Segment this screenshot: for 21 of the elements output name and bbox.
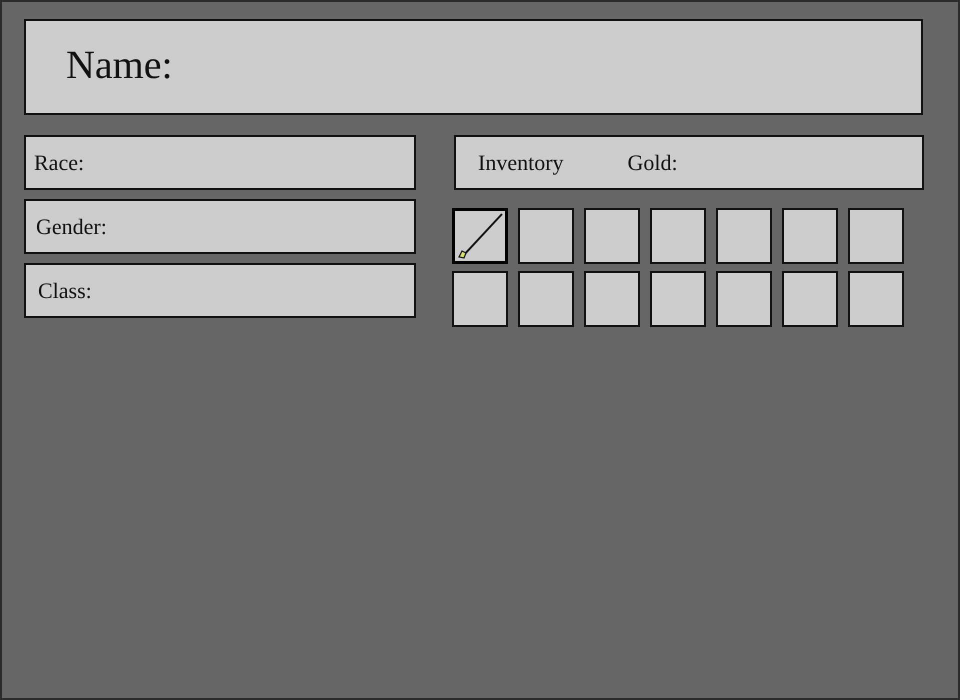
inventory-slot[interactable]: [452, 208, 508, 264]
inventory-slot[interactable]: [518, 208, 574, 264]
inventory-slot[interactable]: [782, 208, 838, 264]
inventory-slot[interactable]: [782, 271, 838, 327]
inventory-slot[interactable]: [716, 208, 772, 264]
inventory-slot[interactable]: [650, 208, 706, 264]
inventory-slot[interactable]: [716, 271, 772, 327]
name-label: Name:: [66, 45, 173, 85]
inventory-slot[interactable]: [848, 208, 904, 264]
currency-label: Gold:: [628, 152, 678, 174]
detail-label: Class:: [38, 280, 92, 302]
inventory-title: Inventory: [478, 152, 564, 174]
inventory-slot[interactable]: [650, 271, 706, 327]
detail-label: Gender:: [36, 216, 107, 238]
inventory-slot[interactable]: [452, 271, 508, 327]
staff-icon: [455, 211, 505, 261]
inventory-slot[interactable]: [584, 208, 640, 264]
inventory-slot[interactable]: [848, 271, 904, 327]
detail-label: Race:: [34, 152, 84, 174]
inventory-slot[interactable]: [518, 271, 574, 327]
inventory-slot[interactable]: [584, 271, 640, 327]
